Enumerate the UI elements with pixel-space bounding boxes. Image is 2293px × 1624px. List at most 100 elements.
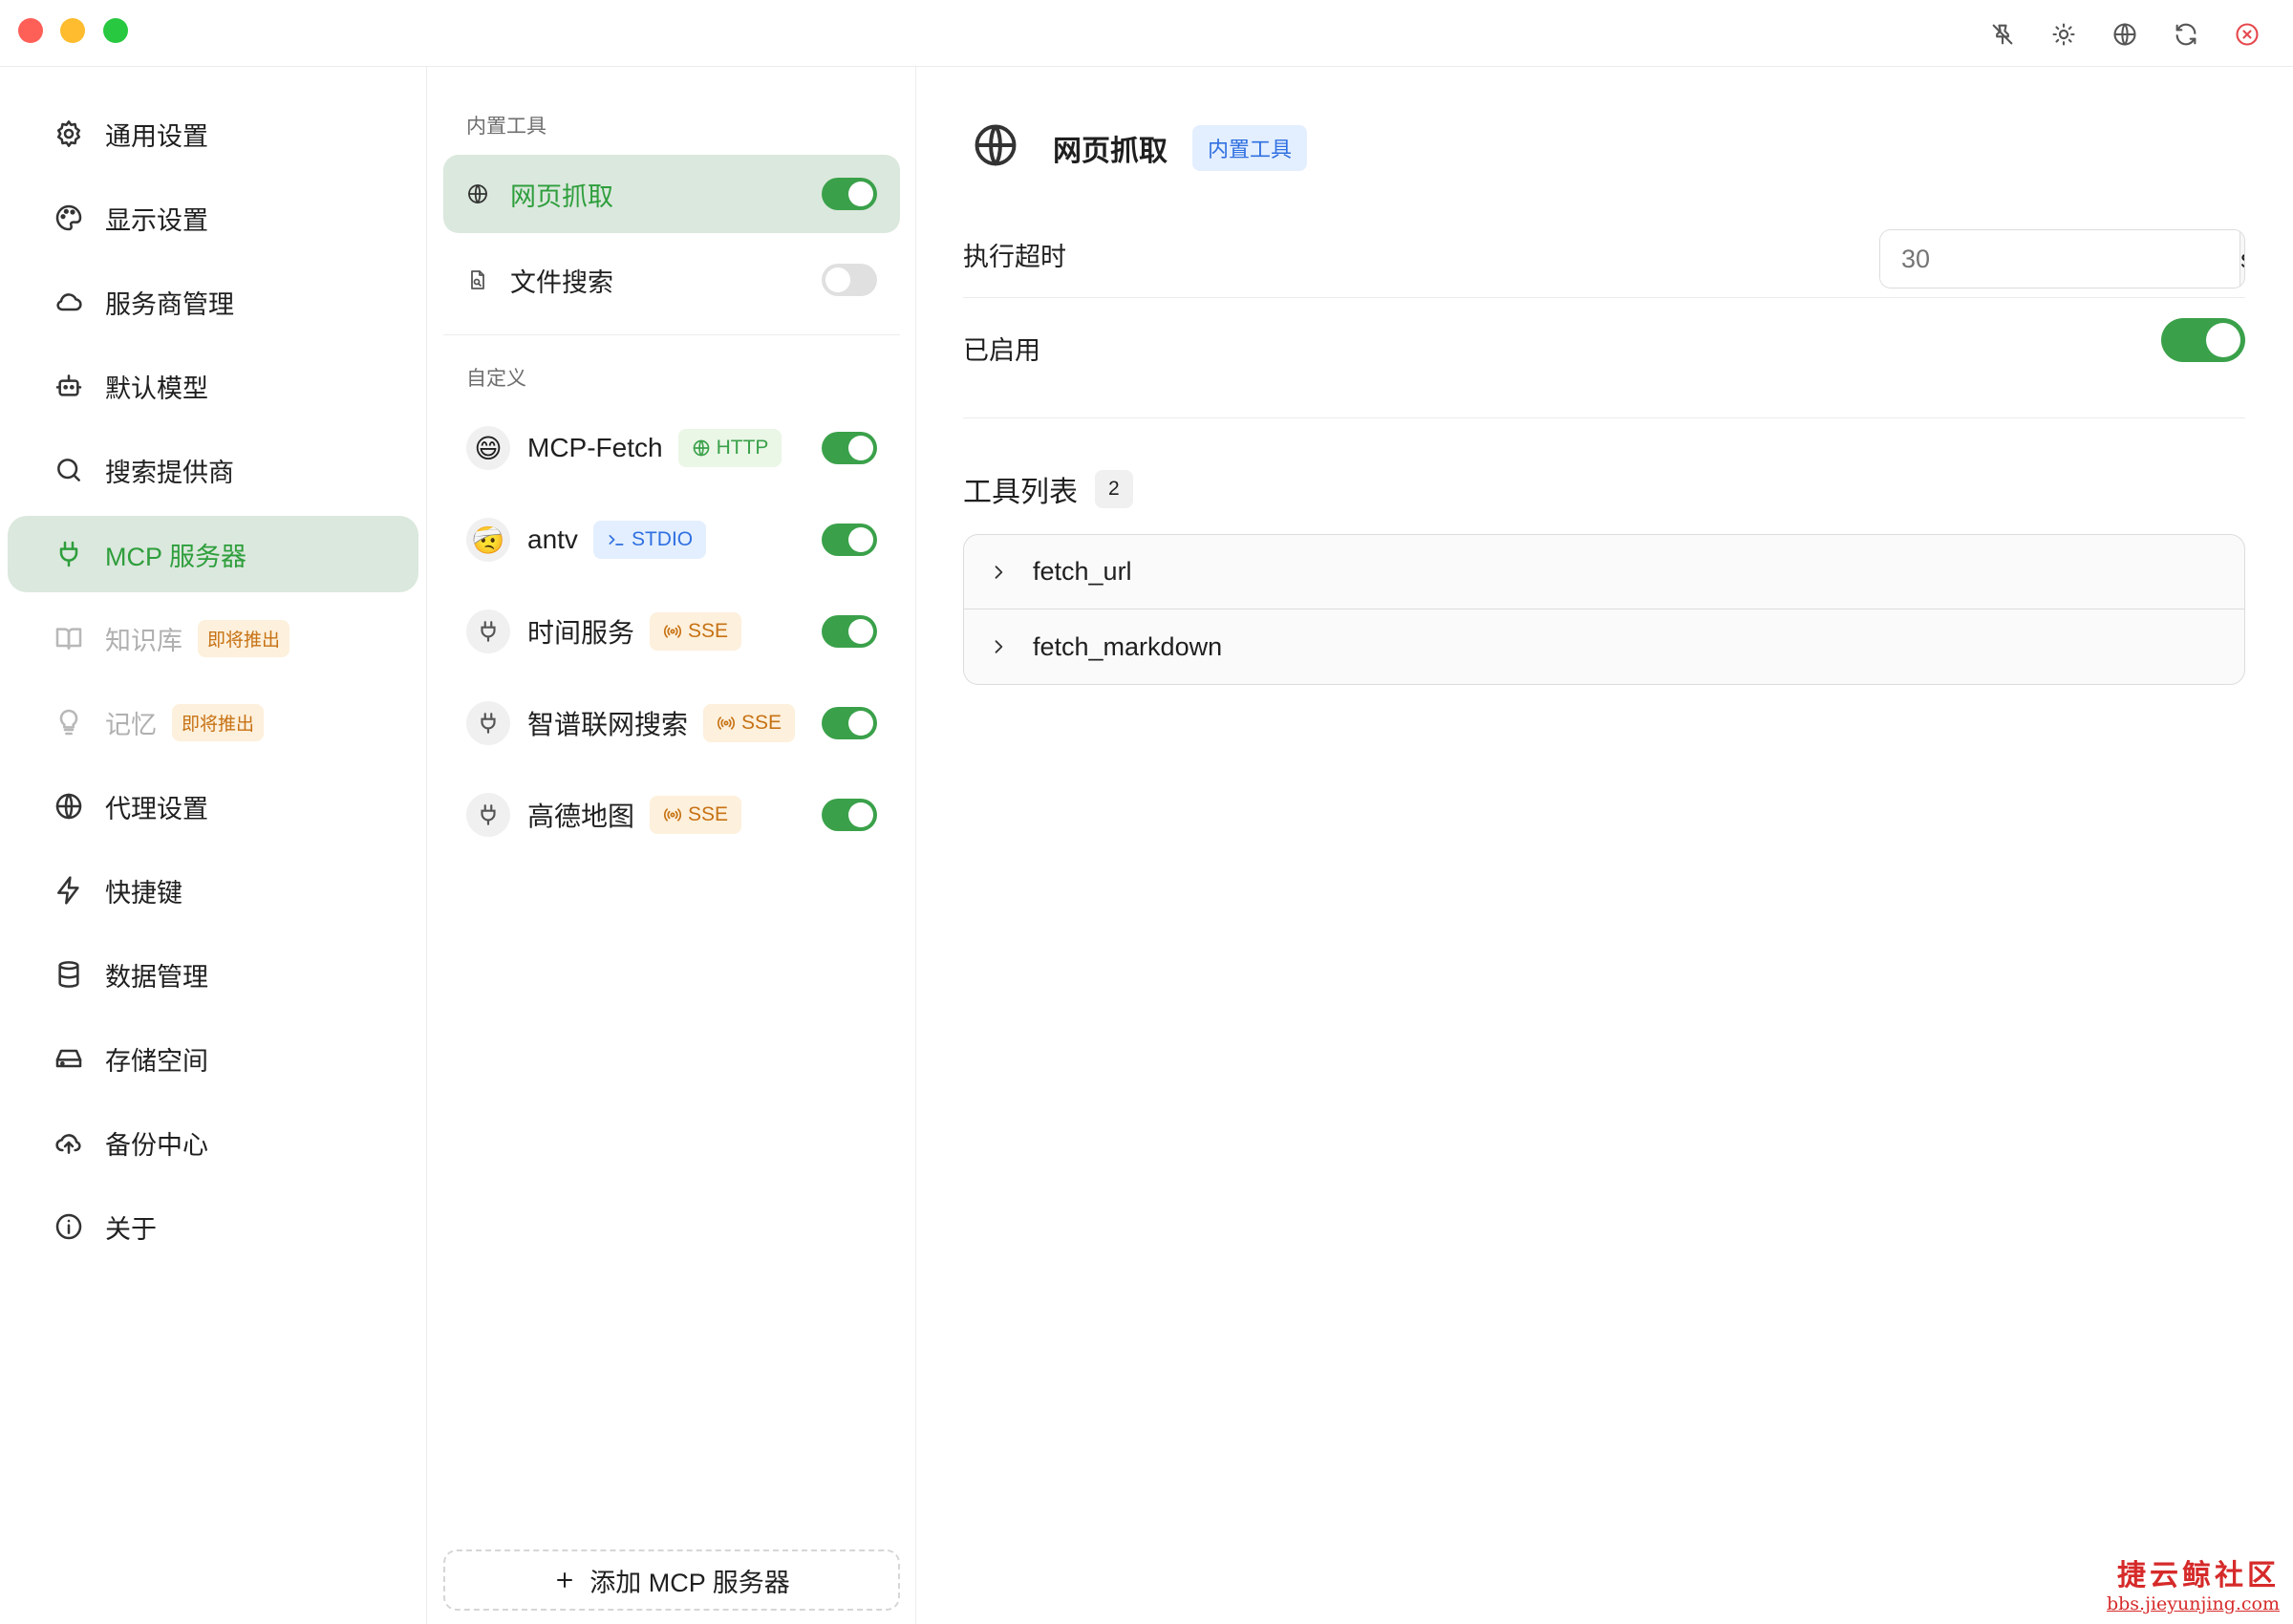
sidebar-item-search-provider[interactable]: 搜索提供商 [8,432,418,508]
sidebar-item-proxy[interactable]: 代理设置 [8,768,418,844]
tool-label: 文件搜索 [510,267,613,297]
sidebar-item-label: 服务商管理 [105,289,234,319]
add-mcp-server-button[interactable]: 添加 MCP 服务器 [443,1549,900,1611]
timeout-unit: s [2239,230,2244,288]
server-toggle[interactable] [822,524,877,556]
tool-list: fetch_url fetch_markdown [963,534,2245,685]
sidebar-item-memory: 记忆 即将推出 [8,684,418,760]
watermark-title: 捷云鲸社区 [2117,1559,2280,1592]
server-name: 智谱联网搜索 [527,710,689,739]
server-toggle[interactable] [822,799,877,831]
sidebar-item-label: 存储空间 [105,1046,208,1076]
sidebar-item-label: 关于 [105,1214,157,1244]
refresh-icon[interactable] [2169,17,2203,52]
detail-header: 网页抓取 内置工具 [971,120,1308,175]
sidebar-item-about[interactable]: 关于 [8,1188,418,1265]
sidebar-item-shortcuts[interactable]: 快捷键 [8,852,418,929]
settings-sidebar: 通用设置 显示设置 服务商管理 默认模型 搜索提供商 MCP 服务器 知识库 即… [0,67,427,1624]
transport-badge-sse: SSE [703,704,796,742]
sidebar-item-knowledge-base: 知识库 即将推出 [8,600,418,676]
timeout-input-group: s [1879,229,2245,288]
sidebar-item-display[interactable]: 显示设置 [8,180,418,256]
window-maximize-button[interactable] [103,18,128,43]
tools-list-title: 工具列表 [963,477,1078,508]
enabled-toggle[interactable] [2161,318,2245,362]
server-row-time-service[interactable]: 时间服务 SSE [443,592,900,671]
window-close-button[interactable] [18,18,43,43]
sun-icon[interactable] [2047,17,2081,52]
server-row-antv[interactable]: 🤕 antv STDIO [443,501,900,579]
sidebar-item-backup[interactable]: 备份中心 [8,1104,418,1181]
server-toggle[interactable] [822,615,877,648]
sidebar-item-providers[interactable]: 服务商管理 [8,264,418,340]
sidebar-item-label: 搜索提供商 [105,458,234,487]
tool-name: fetch_markdown [1033,631,1223,661]
server-row-amap[interactable]: 高德地图 SSE [443,776,900,854]
sidebar-item-label: 显示设置 [105,205,208,235]
tool-name: fetch_url [1033,557,1132,586]
tools-count-badge: 2 [1095,470,1133,508]
server-name: antv [527,524,578,554]
search-icon [54,455,84,485]
timeout-field-row: 执行超时 s [963,212,2245,298]
tool-item-fetch-url[interactable]: fetch_url [964,535,2244,609]
section-divider [443,334,900,335]
transport-badge-stdio: STDIO [592,521,707,559]
sidebar-item-storage[interactable]: 存储空间 [8,1020,418,1097]
terminal-icon [609,535,624,545]
sidebar-item-label: 记忆 [105,710,157,739]
file-search-toggle[interactable] [822,264,877,296]
builtin-tool-web-fetch[interactable]: 网页抓取 [443,155,900,233]
plug-icon [466,609,510,653]
timeout-label: 执行超时 [963,243,1066,271]
broadcast-icon [717,716,736,730]
web-fetch-toggle[interactable] [822,178,877,210]
globe-icon[interactable] [2108,17,2142,52]
title-bar [0,0,2293,67]
builtin-tool-file-search[interactable]: 文件搜索 [443,241,900,319]
sidebar-item-label: 备份中心 [105,1130,208,1160]
window-minimize-button[interactable] [60,18,85,43]
zap-icon [54,875,84,906]
close-circle-icon[interactable] [2230,17,2264,52]
chevron-right-icon [989,637,1008,656]
tool-detail-panel: 网页抓取 内置工具 执行超时 s 已启用 工具列表 2 fetch_url [917,67,2293,1624]
sidebar-item-mcp-servers[interactable]: MCP 服务器 [8,516,418,592]
app-window: 通用设置 显示设置 服务商管理 默认模型 搜索提供商 MCP 服务器 知识库 即… [0,0,2293,1624]
server-row-mcp-fetch[interactable]: 😄 MCP-Fetch HTTP [443,409,900,487]
emoji-avatar: 😄 [466,426,510,470]
cloud-upload-icon [54,1127,84,1158]
tool-label: 网页抓取 [510,182,613,211]
server-toggle[interactable] [822,432,877,464]
builtin-section-label: 内置工具 [466,116,546,138]
gear-icon [54,118,84,149]
plus-icon [557,1572,573,1588]
enabled-field-row: 已启用 [963,299,2245,418]
server-row-zhipu-search[interactable]: 智谱联网搜索 SSE [443,684,900,762]
coming-soon-badge: 即将推出 [172,703,265,741]
plug-icon [466,701,510,745]
sidebar-item-data[interactable]: 数据管理 [8,936,418,1013]
plug-icon [466,793,510,837]
server-toggle[interactable] [822,707,877,739]
globe-icon [466,182,489,205]
sidebar-item-label: 知识库 [105,626,182,655]
sidebar-item-default-model[interactable]: 默认模型 [8,348,418,424]
plug-icon [54,539,84,569]
sidebar-item-general[interactable]: 通用设置 [8,96,418,172]
timeout-input[interactable] [1880,230,2239,288]
globe-icon [54,791,84,822]
mcp-tool-list-panel: 内置工具 网页抓取 文件搜索 自定义 😄 MCP-Fetch HTTP 🤕 an… [428,67,916,1624]
pin-off-icon[interactable] [1985,17,2020,52]
file-search-icon [466,268,489,291]
builtin-badge: 内置工具 [1192,124,1308,171]
custom-section-label: 自定义 [466,368,526,390]
hard-drive-icon [54,1043,84,1074]
globe-icon [971,120,1020,175]
server-name: 时间服务 [527,618,635,648]
watermark-url: bbs.jieyunjing.com [2106,1593,2280,1614]
tool-item-fetch-markdown[interactable]: fetch_markdown [964,609,2244,684]
cloud-icon [54,287,84,317]
coming-soon-badge: 即将推出 [198,619,290,657]
transport-badge-http: HTTP [677,429,782,467]
